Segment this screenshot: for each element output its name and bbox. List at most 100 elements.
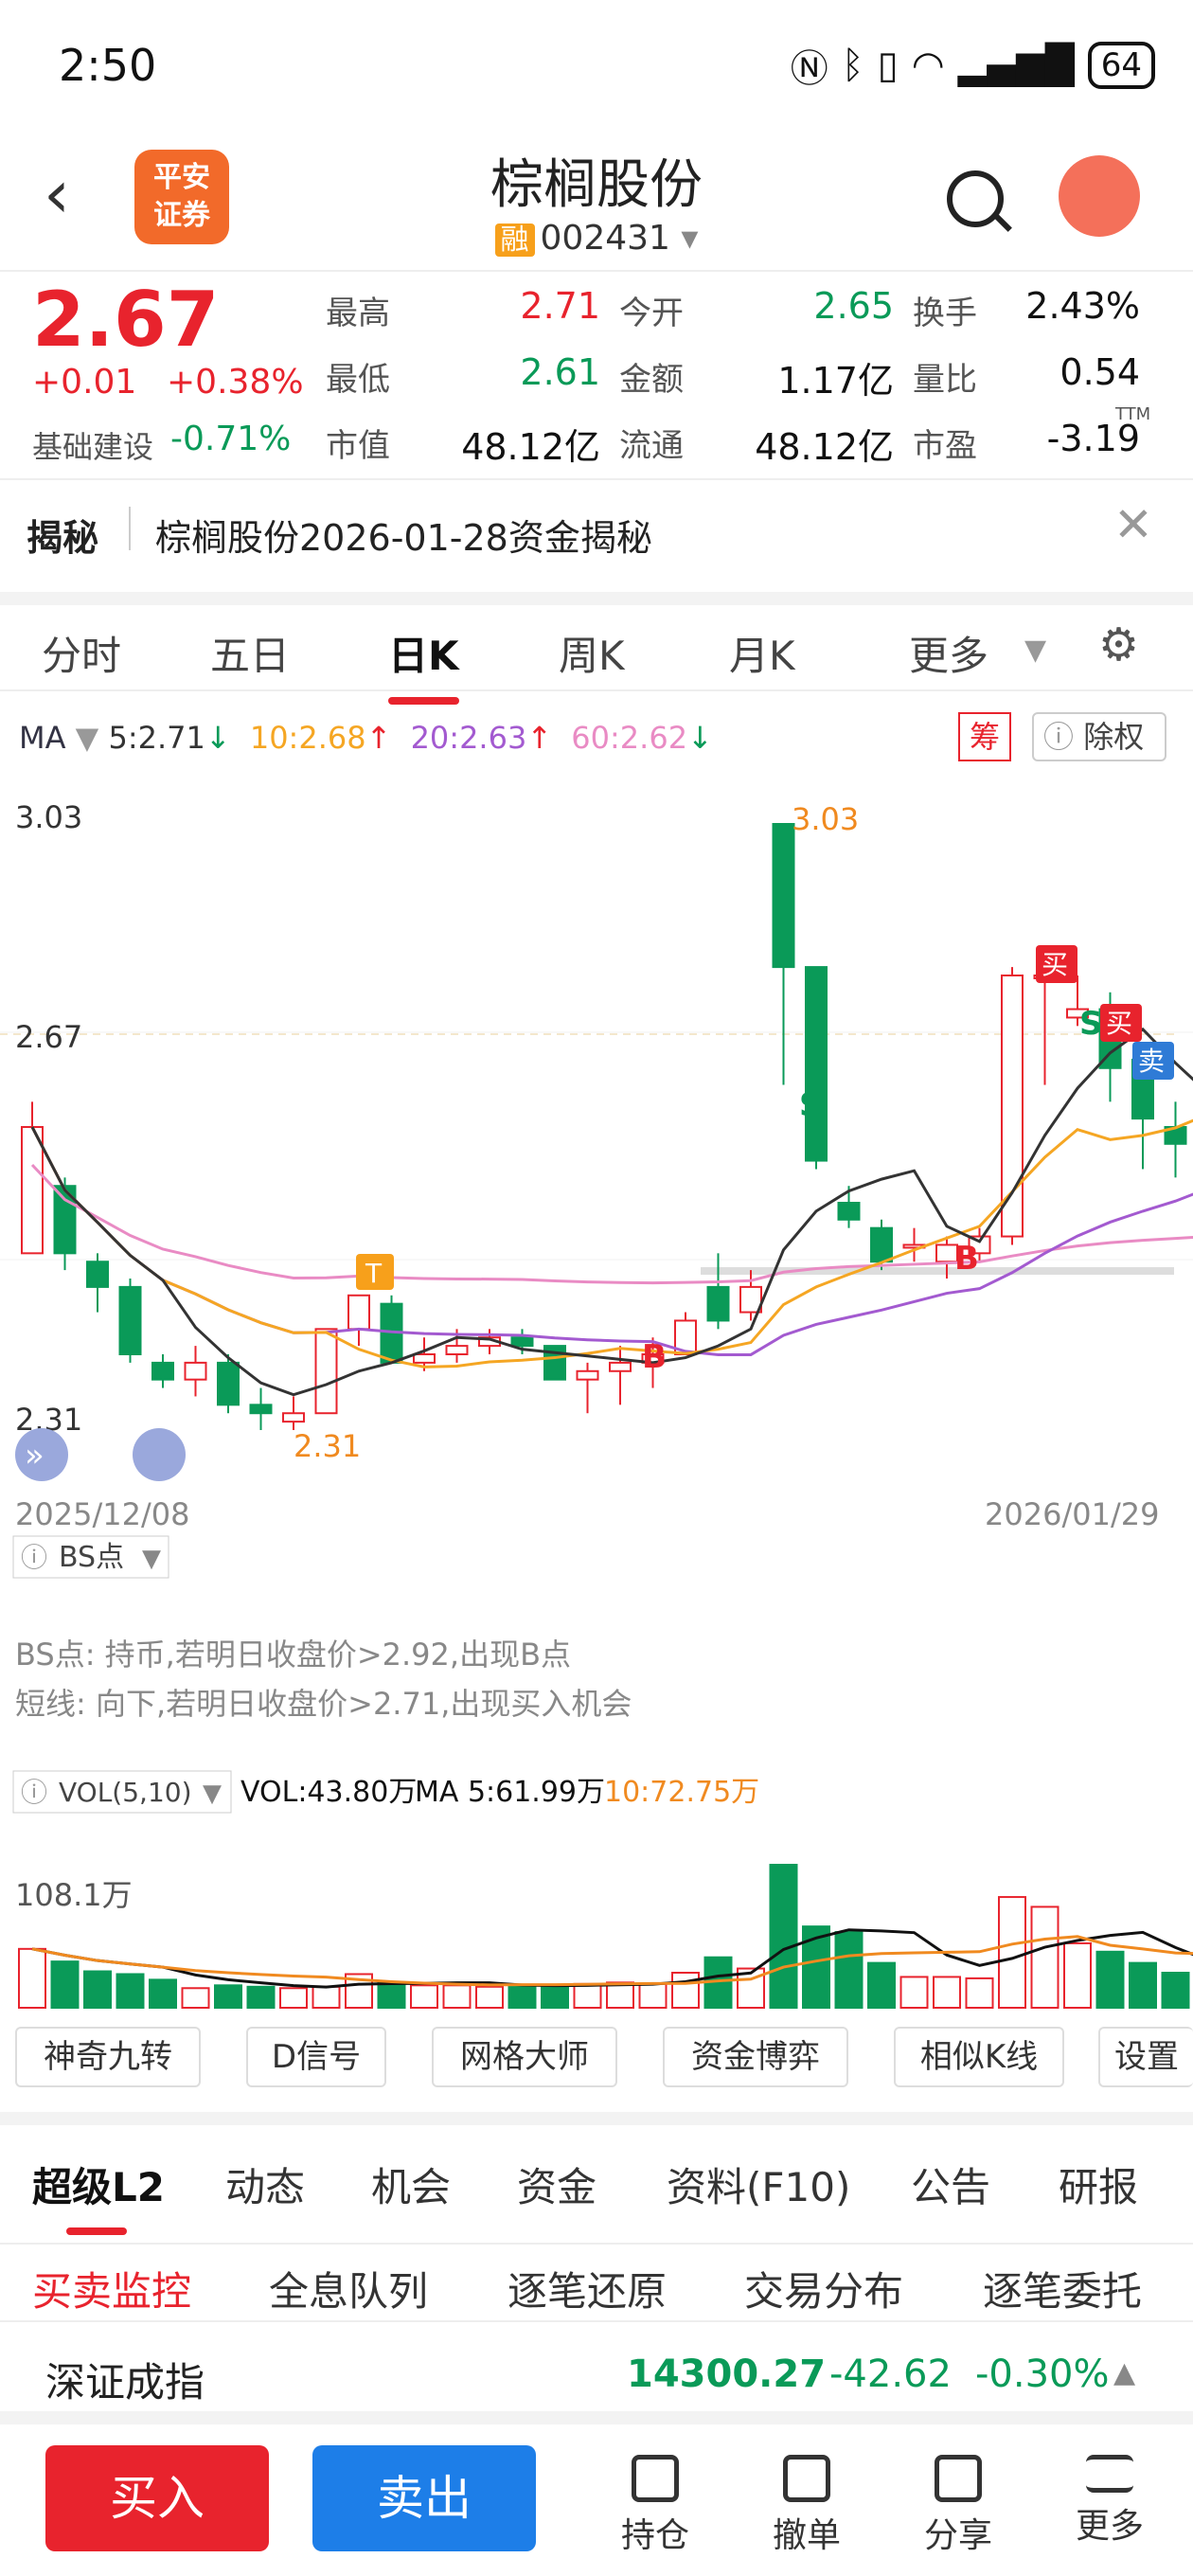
ex-rights-label: 除权 bbox=[1083, 719, 1145, 755]
reveal-text[interactable]: 棕榈股份2026-01-28资金揭秘 bbox=[155, 509, 652, 561]
subtab-tick-replay[interactable]: 逐笔还原 bbox=[507, 2260, 667, 2317]
fund-reveal-bar[interactable]: 揭秘 棕榈股份2026-01-28资金揭秘 ✕ bbox=[0, 478, 1193, 578]
more-button[interactable]: 更多 bbox=[1072, 2455, 1148, 2548]
tool-settings[interactable]: 设置 bbox=[1098, 2027, 1193, 2087]
volume-bar bbox=[410, 1984, 438, 2010]
sell-button[interactable]: 卖出 bbox=[312, 2445, 536, 2551]
ma-legend: MA ▼ 5:2.71↓ 10:2.68↑ 20:2.63↑ 60:2.62↓ bbox=[19, 720, 713, 756]
tab-announcements[interactable]: 公告 bbox=[911, 2156, 990, 2213]
settings-gear-icon[interactable]: ⚙ bbox=[1098, 618, 1139, 671]
quote-field-value: 1.17亿 bbox=[777, 360, 894, 402]
share-button[interactable]: 分享 bbox=[920, 2455, 996, 2557]
volume-bar bbox=[279, 1987, 308, 2009]
arrow-up-icon: ↑ bbox=[526, 720, 553, 756]
tab-news[interactable]: 动态 bbox=[225, 2156, 305, 2213]
subtab-trade-monitor[interactable]: 买卖监控 bbox=[32, 2260, 191, 2317]
ma-selector[interactable]: MA bbox=[19, 720, 66, 756]
undo-icon bbox=[783, 2455, 830, 2502]
tool-d-signal[interactable]: D信号 bbox=[246, 2027, 386, 2087]
candle-body bbox=[282, 1412, 305, 1423]
margin-badge: 融 bbox=[494, 224, 535, 257]
tab-funds[interactable]: 资金 bbox=[517, 2156, 596, 2213]
chevron-down-icon[interactable]: ▼ bbox=[66, 720, 109, 756]
quote-field-value: 48.12亿 bbox=[461, 426, 600, 468]
ex-rights-toggle[interactable]: ⓘ 除权 bbox=[1032, 712, 1166, 761]
buy-button[interactable]: 买入 bbox=[45, 2445, 269, 2551]
ma20-value: 20:2.63 bbox=[410, 720, 527, 756]
divider bbox=[0, 2243, 1193, 2245]
tool-fund-game[interactable]: 资金博弈 bbox=[663, 2027, 848, 2087]
chevron-up-icon[interactable]: ▲ bbox=[1113, 2356, 1135, 2389]
tool-magic-nine[interactable]: 神奇九转 bbox=[15, 2027, 201, 2087]
candle-body bbox=[151, 1361, 174, 1381]
double-chevron-icon[interactable]: » bbox=[25, 1437, 45, 1475]
volume-bar bbox=[573, 1982, 602, 2010]
index-ticker[interactable]: 深证成指 14300.27 -42.62 -0.30% ▲ bbox=[0, 2320, 1193, 2424]
tool-grid-master[interactable]: 网格大师 bbox=[432, 2027, 617, 2087]
volume-bar bbox=[671, 1971, 700, 2009]
tab-monthly-k[interactable]: 月K bbox=[729, 624, 795, 682]
info-icon: ⓘ bbox=[21, 1542, 47, 1573]
index-change: -42.62 bbox=[829, 2352, 952, 2396]
quote-panel: 2.67 +0.01 +0.38% 基础建设 -0.71% 最高 2.71 今开 2.… bbox=[0, 270, 1193, 478]
volume-bar bbox=[312, 1985, 341, 2010]
volume-bar bbox=[83, 1970, 112, 2009]
candle-body bbox=[1001, 975, 1024, 1238]
subtab-trade-distribution[interactable]: 交易分布 bbox=[744, 2260, 903, 2317]
tab-intraday[interactable]: 分时 bbox=[42, 624, 121, 682]
tab-more[interactable]: 更多 bbox=[909, 624, 988, 682]
sector-name[interactable]: 基础建设 bbox=[32, 423, 153, 467]
kline-chart[interactable]: 3.03 2.67 2.31 3.03 2.31 T S S B B 买 买 卖… bbox=[0, 777, 1193, 2027]
tab-super-l2[interactable]: 超级L2 bbox=[32, 2156, 165, 2213]
positions-button[interactable]: 持仓 bbox=[617, 2455, 693, 2557]
candle-body bbox=[249, 1404, 273, 1415]
buy-badge-text: 买 bbox=[1106, 1008, 1132, 1039]
volume-bar bbox=[834, 1931, 864, 2009]
date-end: 2026/01/29 bbox=[985, 1496, 1159, 1532]
share-label: 分享 bbox=[923, 2516, 992, 2555]
support-band bbox=[701, 1267, 1174, 1275]
candle-body bbox=[706, 1285, 730, 1322]
quote-field-label: 今开 bbox=[619, 295, 684, 332]
tab-research[interactable]: 研报 bbox=[1059, 2156, 1138, 2213]
tab-opportunity[interactable]: 机会 bbox=[371, 2156, 451, 2213]
price-change-pct: +0.38% bbox=[167, 363, 304, 402]
tab-five-day[interactable]: 五日 bbox=[210, 624, 290, 682]
vol-selector-label: VOL(5,10) bbox=[59, 1777, 192, 1808]
candle-body bbox=[445, 1345, 469, 1355]
volume-bar bbox=[50, 1960, 80, 2010]
subtab-full-queue[interactable]: 全息队列 bbox=[269, 2260, 428, 2317]
reveal-label: 揭秘 bbox=[27, 517, 99, 559]
tab-daily-k[interactable]: 日K bbox=[388, 624, 459, 705]
chevron-down-icon[interactable]: ▼ bbox=[1024, 634, 1046, 667]
peak-label: 3.03 bbox=[792, 801, 859, 837]
current-price: 2.67 bbox=[32, 276, 220, 364]
quote-field-value: 48.12亿 bbox=[755, 426, 894, 468]
buy-badge-text: 买 bbox=[1042, 949, 1068, 980]
wifi-icon: ◠ bbox=[911, 44, 945, 87]
quote-field-label: 市值 bbox=[326, 427, 390, 465]
info-icon: ⓘ bbox=[1043, 719, 1084, 755]
volume-bar bbox=[998, 1896, 1026, 2010]
quote-field-value: 2.65 bbox=[813, 285, 894, 327]
tab-f10[interactable]: 资料(F10) bbox=[667, 2156, 850, 2213]
stock-code-row[interactable]: 融 002431 ▾ bbox=[0, 216, 1193, 258]
quote-field-label: 最低 bbox=[326, 361, 390, 399]
arrow-up-icon: ↑ bbox=[365, 720, 392, 756]
candle-body bbox=[870, 1226, 893, 1263]
chip-distribution-button[interactable]: 筹 bbox=[958, 712, 1011, 761]
volume-bar bbox=[899, 1976, 929, 2009]
cancel-order-button[interactable]: 撤单 bbox=[769, 2455, 845, 2557]
tool-similar-kline[interactable]: 相似K线 bbox=[894, 2027, 1064, 2087]
close-icon[interactable]: ✕ bbox=[1113, 497, 1153, 552]
assistant-avatar[interactable] bbox=[1059, 155, 1140, 237]
subtab-tick-orders[interactable]: 逐笔委托 bbox=[983, 2260, 1142, 2317]
tab-weekly-k[interactable]: 周K bbox=[559, 624, 625, 682]
chevron-down-icon: ▼ bbox=[203, 1780, 222, 1808]
s-signal: S bbox=[1079, 1005, 1103, 1043]
search-icon[interactable] bbox=[947, 170, 1004, 227]
fullscreen-icon[interactable] bbox=[133, 1428, 186, 1481]
volume-bar bbox=[1030, 1905, 1059, 2009]
bluetooth-icon: ᛒ bbox=[841, 44, 864, 87]
quote-field-label: 换手 bbox=[913, 295, 977, 332]
